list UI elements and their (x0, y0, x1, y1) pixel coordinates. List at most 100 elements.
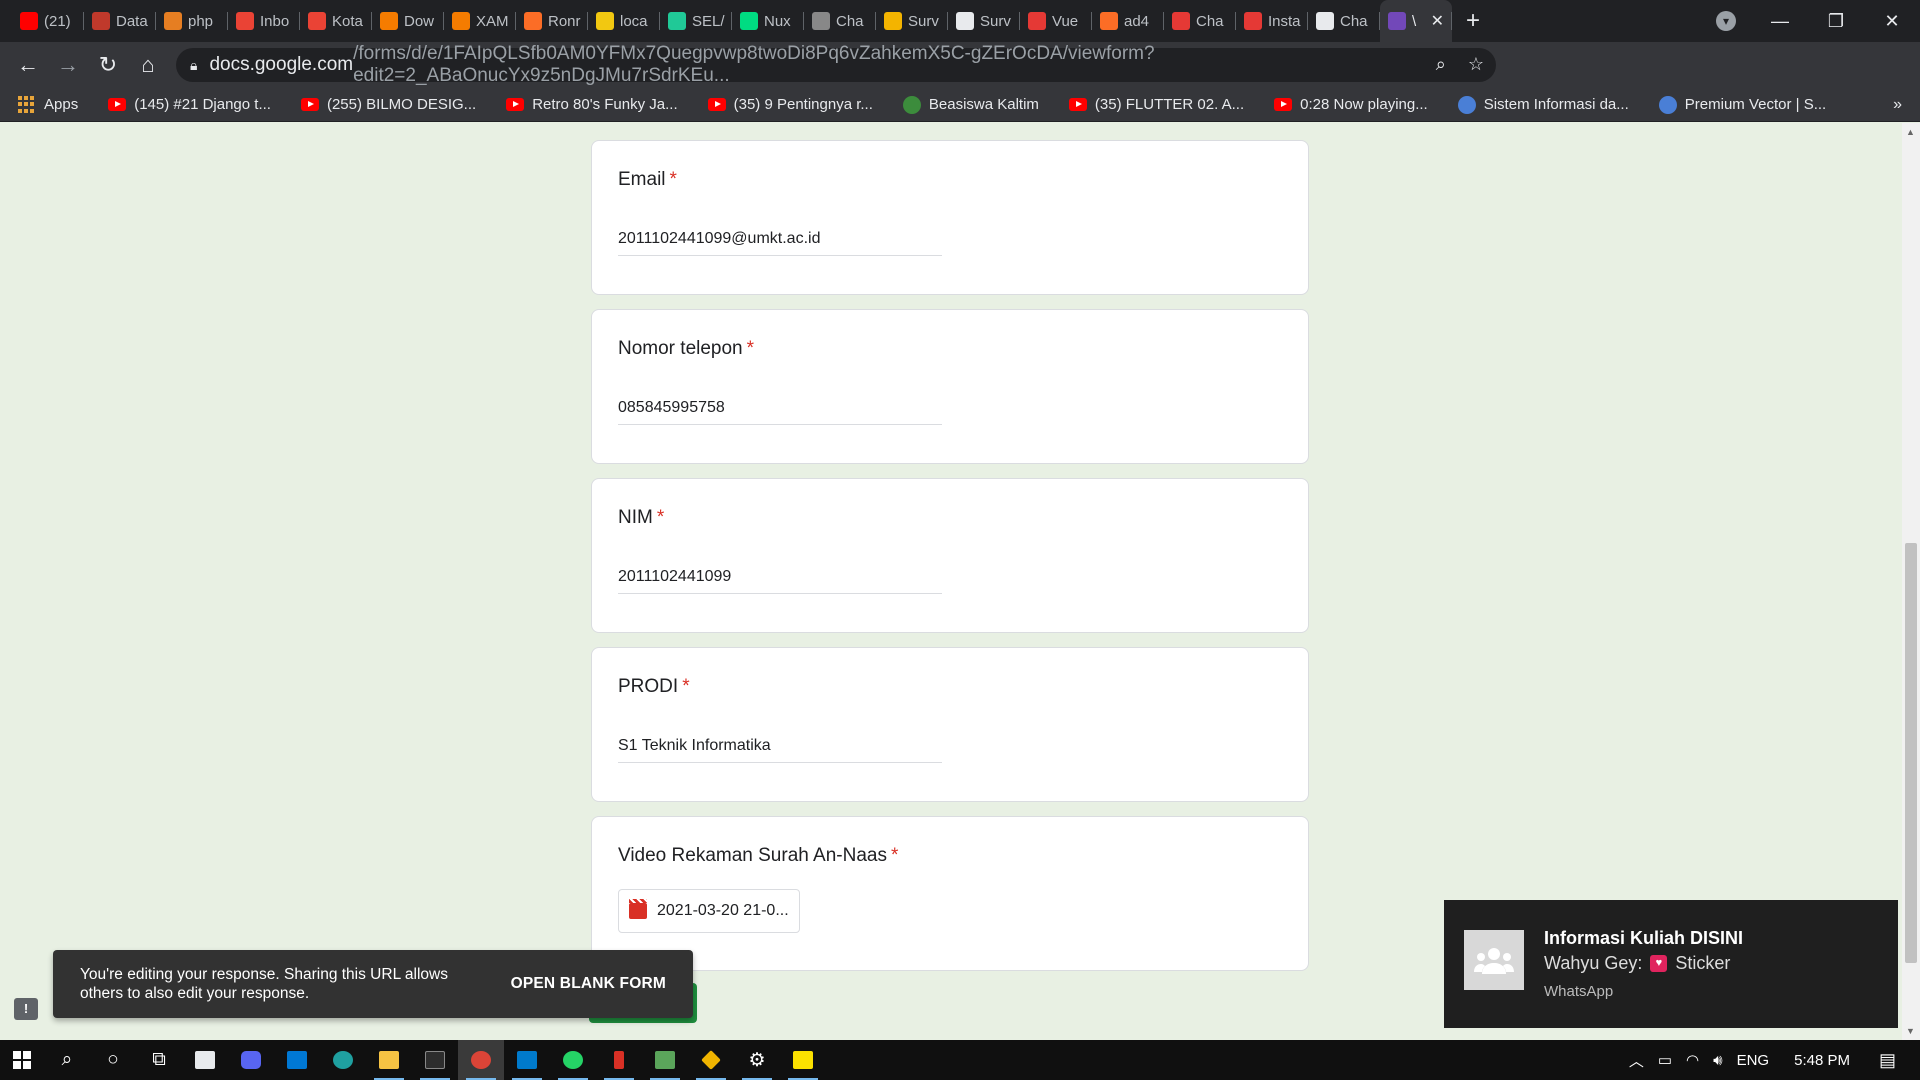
search-icon[interactable]: ⌕ (44, 1040, 90, 1080)
browser-tab[interactable]: Nux (732, 0, 804, 42)
bookmark-label: 0:28 Now playing... (1300, 96, 1428, 113)
browser-tab[interactable]: Inbo (228, 0, 300, 42)
zoom-icon[interactable]: ⌕ (1436, 54, 1446, 75)
windows-taskbar: ⌕ ○ ⧉ ⚙ ︿ ▭ ◠ 🔊︎ ENG 5:48 PM ▤ (0, 1040, 1920, 1080)
tab-label: php (188, 12, 214, 30)
battery-icon[interactable]: ▭ (1658, 1051, 1672, 1069)
bookmark-item[interactable]: Retro 80's Funky Ja... (506, 96, 678, 113)
browser-tab[interactable]: Kota (300, 0, 372, 42)
tab-label: Surv (908, 12, 939, 30)
bookmark-item[interactable]: (35) FLUTTER 02. A... (1068, 96, 1245, 113)
lock-icon[interactable]: 🔒︎ (190, 57, 197, 74)
report-feedback-icon[interactable]: ! (14, 998, 38, 1020)
bookmark-star-icon[interactable]: ☆ (1468, 54, 1484, 75)
bookmark-item[interactable]: 0:28 Now playing... (1274, 96, 1428, 113)
tab-search-icon[interactable]: ▾ (1716, 11, 1736, 31)
settings-gear-icon[interactable]: ⚙ (734, 1040, 780, 1080)
clock[interactable]: 5:48 PM (1794, 1052, 1850, 1069)
browser-tab[interactable]: Surv (948, 0, 1020, 42)
notification-sender: Wahyu Gey: (1544, 953, 1643, 973)
browser-tab[interactable]: loca (588, 0, 660, 42)
tab-label: Nux (764, 12, 791, 30)
bookmark-label: Premium Vector | S... (1684, 96, 1827, 113)
browser-tab[interactable]: Cha (1308, 0, 1380, 42)
address-bar[interactable]: 🔒︎ docs.google.com/forms/d/e/1FAIpQLSfb0… (176, 43, 1496, 86)
tab-label: Cha (1340, 12, 1368, 30)
tab-favicon-icon (1172, 12, 1190, 30)
browser-tab[interactable]: Surv (876, 0, 948, 42)
bookmark-item[interactable]: (255) BILMO DESIG... (300, 96, 476, 113)
question-title: Email * (618, 169, 677, 190)
language-indicator[interactable]: ENG (1737, 1052, 1770, 1069)
edge-icon[interactable] (320, 1040, 366, 1080)
terminal-icon[interactable] (412, 1040, 458, 1080)
browser-tab[interactable]: Dow (372, 0, 444, 42)
action-center-icon[interactable]: ▤ (1879, 1050, 1896, 1071)
browser-tab[interactable]: Insta (1236, 0, 1308, 42)
scroll-up-arrow[interactable]: ▲ (1906, 127, 1915, 137)
sticky-notes-icon[interactable] (780, 1040, 826, 1080)
browser-tab[interactable]: (21) (12, 0, 84, 42)
store-icon[interactable] (182, 1040, 228, 1080)
bookmark-label: (145) #21 Django t... (134, 96, 271, 113)
new-tab-button[interactable]: + (1466, 7, 1480, 35)
tray-expand-icon[interactable]: ︿ (1629, 1050, 1644, 1071)
mail-icon[interactable] (274, 1040, 320, 1080)
phone-field[interactable]: 085845995758 (618, 399, 942, 425)
forward-button[interactable]: → (48, 52, 88, 78)
browser-tab[interactable]: Vue (1020, 0, 1092, 42)
back-button[interactable]: ← (8, 52, 48, 78)
browser-tab[interactable]: Data (84, 0, 156, 42)
task-view-icon[interactable]: ⧉ (136, 1040, 182, 1080)
sourcetree-icon[interactable] (688, 1040, 734, 1080)
vscode-icon[interactable] (504, 1040, 550, 1080)
browser-tab[interactable]: Cha (804, 0, 876, 42)
close-window-button[interactable]: ✕ (1864, 11, 1920, 32)
scroll-down-arrow[interactable]: ▼ (1906, 1026, 1915, 1036)
app-icon[interactable] (596, 1040, 642, 1080)
restore-button[interactable]: ❐ (1808, 11, 1864, 32)
bookmark-item[interactable]: (145) #21 Django t... (108, 96, 271, 113)
open-blank-form-button[interactable]: OPEN BLANK FORM (511, 975, 666, 993)
browser-toolbar: ← → ↻ ⌂ 🔒︎ docs.google.com/forms/d/e/1FA… (0, 42, 1920, 121)
bookmark-item[interactable]: Premium Vector | S... (1658, 95, 1827, 114)
browser-tab[interactable]: php (156, 0, 228, 42)
tab-favicon-icon (1244, 12, 1262, 30)
whatsapp-notification[interactable]: Informasi Kuliah DISINI Wahyu Gey: ♥ Sti… (1444, 900, 1898, 1028)
chrome-icon[interactable] (458, 1040, 504, 1080)
bookmark-label: (35) FLUTTER 02. A... (1094, 96, 1245, 113)
home-button[interactable]: ⌂ (128, 52, 168, 78)
bookmark-item[interactable]: Apps (18, 95, 78, 114)
nim-field[interactable]: 2011102441099 (618, 568, 942, 594)
minimize-button[interactable]: — (1752, 11, 1808, 32)
prodi-field[interactable]: S1 Teknik Informatika (618, 737, 942, 763)
app-icon[interactable] (642, 1040, 688, 1080)
file-explorer-icon[interactable] (366, 1040, 412, 1080)
browser-tab[interactable]: XAM (444, 0, 516, 42)
scrollbar-thumb[interactable] (1905, 543, 1917, 963)
tab-favicon-icon (92, 12, 110, 30)
tab-label: Surv (980, 12, 1011, 30)
reload-button[interactable]: ↻ (88, 52, 128, 78)
browser-tab[interactable]: SEL/ (660, 0, 732, 42)
bookmarks-overflow-button[interactable]: » (1893, 96, 1902, 114)
discord-icon[interactable] (228, 1040, 274, 1080)
youtube-icon (506, 98, 525, 111)
cortana-icon[interactable]: ○ (90, 1040, 136, 1080)
email-field[interactable]: 2011102441099@umkt.ac.id (618, 230, 942, 256)
volume-icon[interactable]: 🔊︎ (1713, 1052, 1722, 1069)
bookmark-item[interactable]: Beasiswa Kaltim (902, 95, 1039, 114)
uploaded-file-chip[interactable]: 2021-03-20 21-0... (618, 889, 800, 933)
wifi-icon[interactable]: ◠ (1686, 1051, 1699, 1069)
page-scrollbar[interactable]: ▲ ▼ (1902, 123, 1920, 1040)
bookmark-item[interactable]: (35) 9 Pentingnya r... (707, 96, 873, 113)
question-card-nim: NIM * 2011102441099 (591, 478, 1309, 633)
browser-tab[interactable]: \ ✕ (1380, 0, 1452, 42)
whatsapp-icon[interactable] (550, 1040, 596, 1080)
bookmark-item[interactable]: Sistem Informasi da... (1457, 95, 1629, 114)
close-tab-icon[interactable]: ✕ (1431, 11, 1444, 31)
browser-tab[interactable]: Ronr (516, 0, 588, 42)
browser-tab[interactable]: ad4 (1092, 0, 1164, 42)
browser-tab[interactable]: Cha (1164, 0, 1236, 42)
windows-start-icon[interactable] (0, 1040, 44, 1080)
